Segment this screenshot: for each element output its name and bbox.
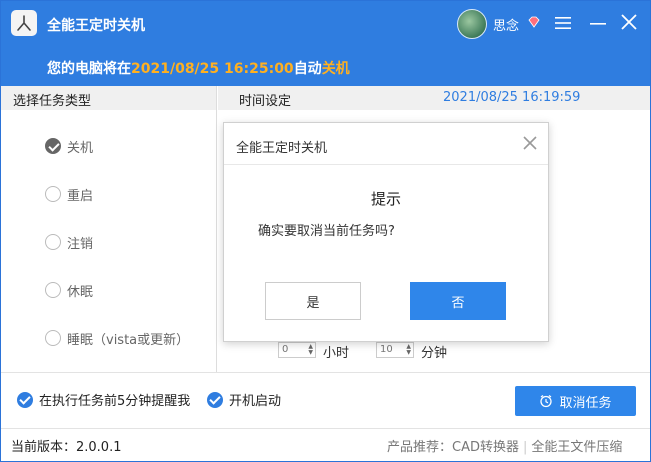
minimize-icon[interactable] xyxy=(589,14,607,32)
hours-label: 小时 xyxy=(323,346,350,361)
alarm-clock-icon xyxy=(540,395,553,408)
task-type-header: 选择任务类型 xyxy=(1,86,217,110)
radio-icon[interactable] xyxy=(45,186,61,202)
radio-icon[interactable] xyxy=(45,282,61,298)
username[interactable]: 思念 xyxy=(493,15,519,34)
app-title: 全能王定时关机 xyxy=(47,18,145,34)
minutes-value: 10 xyxy=(380,344,393,355)
dialog-message: 确实要取消当前任务吗? xyxy=(258,224,395,239)
product-recommend: 产品推荐：CAD转换器 | 全能王文件压缩 xyxy=(387,436,622,455)
task-option-restart[interactable]: 重启 xyxy=(45,184,93,204)
task-option-label: 注销 xyxy=(67,236,94,252)
task-option-label: 关机 xyxy=(67,140,94,156)
dialog-title: 全能王定时关机 xyxy=(236,141,328,156)
minutes-label: 分钟 xyxy=(421,346,448,361)
task-option-shutdown[interactable]: 关机 xyxy=(45,136,93,156)
task-option-sleep[interactable]: 睡眠（vista或更新） xyxy=(45,328,189,348)
hours-stepper[interactable]: 0 ▲ ▼ xyxy=(278,342,316,358)
no-button[interactable]: 否 xyxy=(410,282,506,320)
task-option-hibernate[interactable]: 休眠 xyxy=(45,280,93,300)
hours-value: 0 xyxy=(282,344,289,355)
task-option-logoff[interactable]: 注销 xyxy=(45,232,93,252)
radio-icon[interactable] xyxy=(45,330,61,346)
task-option-label: 休眠 xyxy=(67,284,94,300)
remind-checkbox[interactable]: 在执行任务前5分钟提醒我 xyxy=(17,390,190,409)
vip-diamond-icon xyxy=(528,16,540,28)
time-setting-header-label: 时间设定 xyxy=(239,94,292,109)
autostart-label: 开机启动 xyxy=(229,394,282,409)
notice-datetime: 2021/08/25 16:25:00 xyxy=(131,61,294,77)
task-option-label: 重启 xyxy=(67,188,94,204)
minutes-stepper[interactable]: 10 ▲ ▼ xyxy=(376,342,414,358)
radio-icon[interactable] xyxy=(45,234,61,250)
status-bar: 当前版本：2.0.0.1 产品推荐：CAD转换器 | 全能王文件压缩 xyxy=(1,428,650,461)
app-window: 全能王定时关机 思念 您的电脑将在2021/08/25 16:25:00自动关机… xyxy=(0,0,651,462)
yes-button[interactable]: 是 xyxy=(265,282,361,320)
recommend-compress-link[interactable]: 全能王文件压缩 xyxy=(531,440,622,455)
stepper-arrows-icon[interactable]: ▲ ▼ xyxy=(308,344,313,356)
task-type-list: 关机 重启 注销 休眠 睡眠（vista或更新） xyxy=(1,110,217,372)
recommend-prefix: 产品推荐： xyxy=(387,440,453,455)
avatar[interactable] xyxy=(457,9,487,39)
divider xyxy=(1,372,650,373)
dialog-heading: 提示 xyxy=(370,190,401,208)
time-setting-header: 时间设定 2021/08/25 16:19:59 xyxy=(218,86,650,110)
remind-label: 在执行任务前5分钟提醒我 xyxy=(39,394,191,409)
checkbox-checked-icon[interactable] xyxy=(17,391,33,408)
close-icon[interactable] xyxy=(620,13,638,31)
autostart-checkbox[interactable]: 开机启动 xyxy=(207,390,281,409)
notice-middle: 自动 xyxy=(293,61,322,77)
notice-prefix: 您的电脑将在 xyxy=(47,61,131,77)
checkbox-checked-icon[interactable] xyxy=(207,391,223,408)
app-logo-icon xyxy=(11,10,37,36)
dialog-divider xyxy=(224,164,548,165)
task-option-label: 睡眠（vista或更新） xyxy=(67,332,190,348)
current-time: 2021/08/25 16:19:59 xyxy=(443,90,581,105)
cancel-task-label: 取消任务 xyxy=(559,395,612,411)
title-bar: 全能王定时关机 思念 您的电脑将在2021/08/25 16:25:00自动关机 xyxy=(1,1,650,86)
version-text: 当前版本：2.0.0.1 xyxy=(11,440,122,455)
stepper-arrows-icon[interactable]: ▲ ▼ xyxy=(406,344,411,356)
recommend-cad-link[interactable]: CAD转换器 xyxy=(452,440,519,455)
menu-icon[interactable] xyxy=(554,14,572,32)
confirm-dialog: 全能王定时关机 提示 确实要取消当前任务吗? 是 否 xyxy=(223,122,549,342)
notice-action: 关机 xyxy=(321,61,350,77)
dialog-close-icon[interactable] xyxy=(522,135,538,151)
separator: | xyxy=(523,440,528,455)
task-type-header-label: 选择任务类型 xyxy=(13,94,92,109)
radio-checked-icon[interactable] xyxy=(45,138,61,154)
cancel-task-button[interactable]: 取消任务 xyxy=(515,386,636,416)
shutdown-notice: 您的电脑将在2021/08/25 16:25:00自动关机 xyxy=(47,58,350,78)
